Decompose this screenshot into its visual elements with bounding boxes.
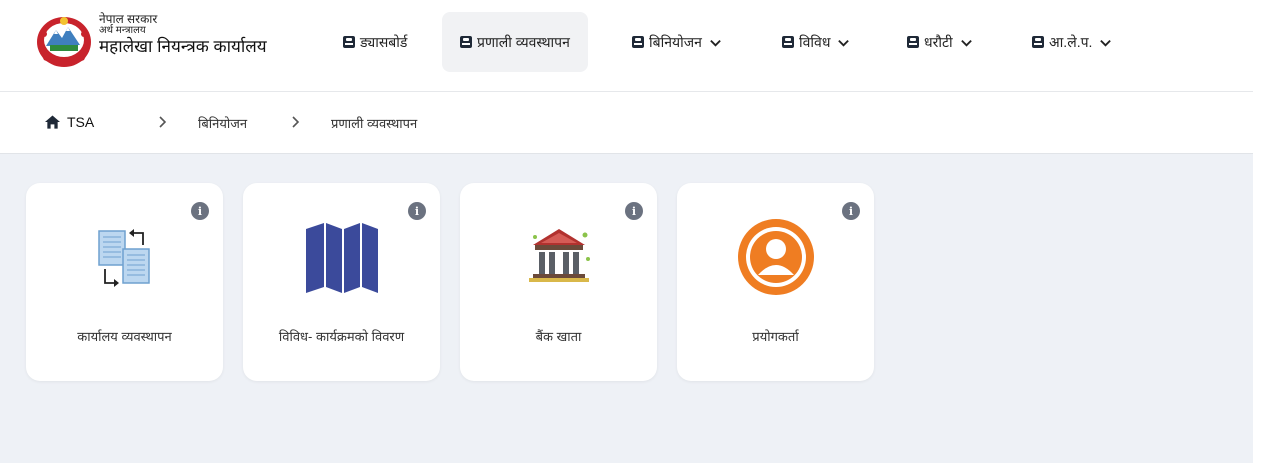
- chevron-right-icon: [292, 116, 300, 128]
- document-transfer-icon: [97, 229, 150, 287]
- nav-deposit[interactable]: धरौटी: [907, 12, 973, 72]
- card-label: बैंक खाता: [535, 329, 582, 344]
- card-office-management[interactable]: i कार्यालय व्यवस्थापन: [26, 183, 223, 381]
- nav-label: प्रणाली व्यवस्थापन: [477, 33, 570, 50]
- card-label: विविध- कार्यक्रमको विवरण: [278, 329, 405, 344]
- chevron-down-icon: [710, 39, 721, 47]
- nav-label: धरौटी: [924, 33, 953, 50]
- nav-label: आ.ले.प.: [1049, 33, 1093, 50]
- nav-item-icon: [460, 36, 472, 48]
- info-icon[interactable]: i: [625, 202, 643, 220]
- scrollbar-gutter: [1253, 0, 1266, 463]
- nav-dashboard[interactable]: ड्यासबोर्ड: [343, 12, 407, 72]
- info-icon[interactable]: i: [842, 202, 860, 220]
- card-misc-program-details[interactable]: i विविध- कार्यक्रमको विवरण: [243, 183, 440, 381]
- nav-appropriation[interactable]: बिनियोजन: [632, 12, 722, 72]
- org-line-government: नेपाल सरकार: [99, 12, 158, 26]
- chevron-down-icon: [1100, 39, 1112, 47]
- nav-label: बिनियोजन: [649, 33, 702, 50]
- breadcrumb: TSA बिनियोजन प्रणाली व्यवस्थापन: [0, 92, 1253, 154]
- nav-item-icon: [1032, 36, 1044, 48]
- nav-item-icon: [907, 36, 919, 48]
- nav-item-icon: [782, 36, 794, 48]
- nav-audit[interactable]: आ.ले.प.: [1032, 12, 1112, 72]
- user-icon: [737, 219, 814, 295]
- info-icon[interactable]: i: [191, 202, 209, 220]
- nav-system-management[interactable]: प्रणाली व्यवस्थापन: [442, 12, 588, 72]
- breadcrumb-home[interactable]: TSA: [67, 114, 94, 130]
- nav-item-icon: [632, 36, 644, 48]
- card-bank-account[interactable]: i बैंक खाता: [460, 183, 657, 381]
- org-title: नेपाल सरकार अर्थ मन्त्रालय महालेखा नियन्…: [99, 13, 267, 55]
- nav-item-icon: [343, 36, 355, 48]
- bank-icon: [528, 229, 590, 282]
- breadcrumb-current: प्रणाली व्यवस्थापन: [331, 116, 418, 131]
- chevron-down-icon: [960, 39, 972, 47]
- org-line-ministry: अर्थ मन्त्रालय: [99, 25, 146, 36]
- chevron-down-icon: [838, 39, 850, 47]
- nav-label: ड्यासबोर्ड: [360, 33, 408, 50]
- home-icon[interactable]: [45, 115, 60, 129]
- top-header: नेपाल सरकार अर्थ मन्त्रालय महालेखा नियन्…: [0, 0, 1266, 92]
- nepal-emblem-logo[interactable]: [34, 12, 94, 70]
- org-line-office: महालेखा नियन्त्रक कार्यालय: [99, 37, 267, 56]
- card-label: कार्यालय व्यवस्थापन: [77, 329, 172, 344]
- info-icon[interactable]: i: [408, 202, 426, 220]
- breadcrumb-appropriation[interactable]: बिनियोजन: [198, 114, 247, 132]
- nav-label: विविध: [799, 33, 831, 50]
- nav-miscellaneous[interactable]: विविध: [782, 12, 850, 72]
- card-label: प्रयोगकर्ता: [752, 329, 799, 344]
- chevron-right-icon: [159, 116, 167, 128]
- card-users[interactable]: i प्रयोगकर्ता: [677, 183, 874, 381]
- map-icon: [305, 223, 378, 293]
